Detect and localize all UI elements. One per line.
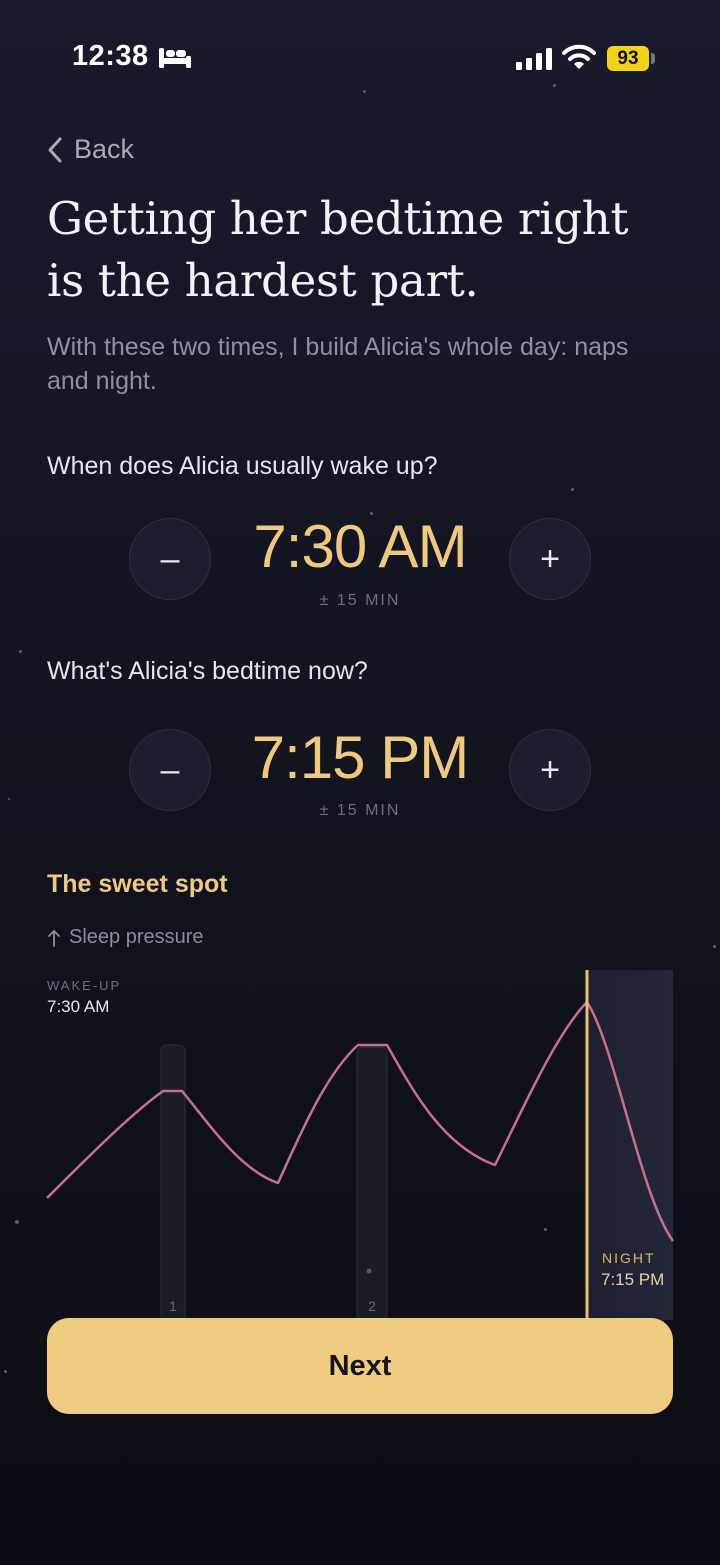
page-title-line-2: is the hardest part. [47,254,479,307]
star [713,945,716,948]
wake-time-value: 7:30 AM [253,513,467,580]
status-time: 12:38 [72,40,149,72]
signal-icon [516,48,552,70]
star [363,90,366,93]
sleep-pressure-label: Sleep pressure [47,926,204,949]
wake-increase-button[interactable]: + [509,518,591,600]
nap-bar-1 [160,1044,186,1320]
star [19,650,22,653]
back-label: Back [74,134,135,164]
arrow-up-icon [48,929,60,947]
bedtime-decrease-button[interactable]: – [129,729,211,811]
night-band [587,970,673,1320]
wake-up-caption: WAKE-UP [47,978,122,993]
wifi-icon [562,44,596,69]
plus-icon: + [540,539,560,578]
back-button[interactable]: Back [46,134,134,165]
star [553,84,556,87]
star [8,798,10,800]
minus-icon: – [160,750,180,789]
wake-question: When does Alicia usually wake up? [47,452,438,480]
page-title-line-1: Getting her bedtime right [47,192,629,245]
night-caption: NIGHT [602,1250,656,1266]
plus-icon: + [540,750,560,789]
bedtime-increase-button[interactable]: + [509,729,591,811]
star [4,1370,7,1373]
next-button[interactable]: Next [47,1318,673,1414]
sleep-pressure-chart: 1 2 [46,970,675,1320]
wake-decrease-button[interactable]: – [129,518,211,600]
battery-indicator: 93 [607,46,649,71]
battery-nub [651,53,655,64]
bedtime-question: What's Alicia's bedtime now? [47,657,368,685]
bedtime-tolerance: ± 15 MIN [319,802,401,819]
nap-marker [366,1268,372,1274]
nap-bar-2 [356,1046,388,1320]
night-time-label: 7:15 PM [601,1270,665,1289]
page-subtitle: With these two times, I build Alicia's w… [47,333,629,395]
page-title: Getting her bedtime right is the hardest… [47,188,687,312]
bed-icon [159,48,191,68]
wake-up-time-label: 7:30 AM [47,997,110,1016]
nap-label-1: 1 [169,1298,177,1314]
bedtime-value: 7:15 PM [251,724,469,791]
sleep-pressure-text: Sleep pressure [69,926,204,948]
nap-label-2: 2 [368,1298,376,1314]
wake-tolerance: ± 15 MIN [319,592,401,609]
chevron-left-icon [48,137,62,162]
star [571,488,574,491]
minus-icon: – [160,539,180,578]
sweet-spot-title: The sweet spot [47,870,228,898]
